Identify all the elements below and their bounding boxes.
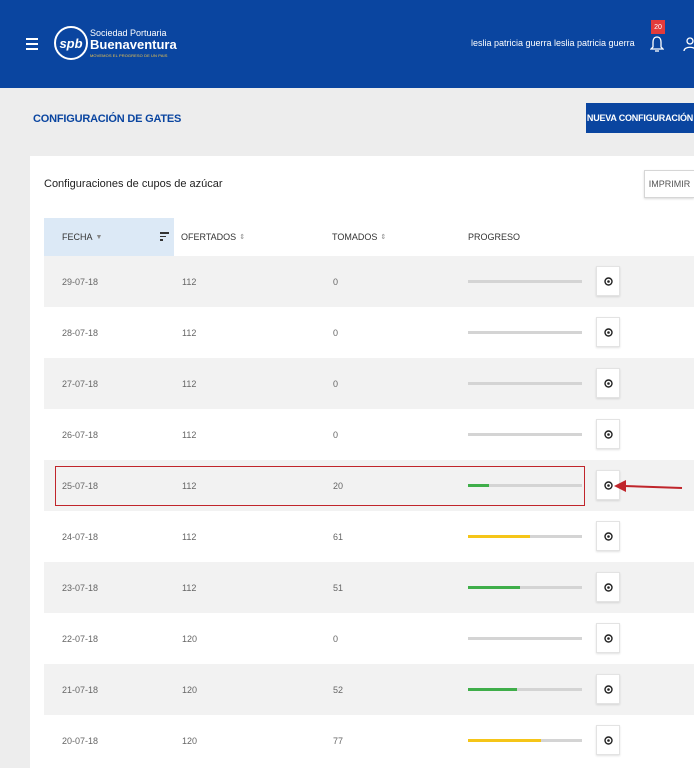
logo[interactable]: spb Sociedad Portuaria Buenaventura MOVE… bbox=[54, 26, 214, 66]
table-row[interactable]: 23-07-18 112 51 bbox=[44, 562, 694, 613]
view-icon bbox=[603, 378, 613, 388]
cell-fecha: 27-07-18 bbox=[62, 378, 99, 389]
table-body: 29-07-18 112 0 28-07-18 112 0 27-07-18 1… bbox=[44, 256, 694, 766]
cell-fecha: 28-07-18 bbox=[62, 327, 99, 338]
highlight-box bbox=[55, 466, 585, 506]
cell-fecha: 29-07-18 bbox=[62, 276, 99, 287]
user-name[interactable]: leslia patricia guerra leslia patricia g… bbox=[471, 38, 635, 48]
cell-ofertados: 112 bbox=[182, 582, 197, 593]
progress-bar bbox=[468, 688, 582, 691]
cell-ofertados: 112 bbox=[182, 531, 197, 542]
print-button[interactable]: IMPRIMIR bbox=[644, 170, 694, 198]
view-button[interactable] bbox=[596, 674, 620, 704]
view-button[interactable] bbox=[596, 725, 620, 755]
progress-fill bbox=[468, 535, 530, 538]
notification-badge: 20 bbox=[651, 20, 665, 34]
user-icon[interactable] bbox=[682, 36, 694, 52]
column-header-progreso: PROGRESO bbox=[468, 218, 520, 256]
progress-fill bbox=[468, 739, 541, 742]
cell-tomados: 0 bbox=[333, 327, 339, 338]
cell-tomados: 0 bbox=[333, 633, 339, 644]
column-label-tomados: TOMADOS bbox=[332, 232, 378, 242]
arrow-icon bbox=[614, 480, 683, 492]
cell-fecha: 22-07-18 bbox=[62, 633, 99, 644]
progress-bar bbox=[468, 739, 582, 742]
column-label-fecha: FECHA bbox=[62, 232, 93, 242]
column-label-progreso: PROGRESO bbox=[468, 232, 521, 242]
column-header-fecha[interactable]: FECHA ▼ bbox=[44, 218, 174, 256]
table-row[interactable]: 20-07-18 120 77 bbox=[44, 715, 694, 766]
logo-line2: Buenaventura bbox=[90, 37, 177, 52]
view-icon bbox=[603, 531, 613, 541]
page-title: CONFIGURACIÓN DE GATES bbox=[33, 113, 182, 125]
progress-bar bbox=[468, 280, 582, 283]
view-icon bbox=[603, 327, 613, 337]
cell-tomados: 61 bbox=[333, 531, 344, 542]
cell-tomados: 52 bbox=[333, 684, 344, 695]
column-header-ofertados[interactable]: OFERTADOS ⇕ bbox=[181, 218, 245, 256]
view-button[interactable] bbox=[596, 623, 620, 653]
column-label-ofertados: OFERTADOS bbox=[181, 232, 237, 242]
view-icon bbox=[603, 582, 613, 592]
table-header: FECHA ▼ OFERTADOS ⇕ TOMADOS ⇕ PROGRESO bbox=[44, 218, 694, 256]
view-icon bbox=[603, 276, 613, 286]
cell-tomados: 51 bbox=[333, 582, 344, 593]
progress-bar bbox=[468, 637, 582, 640]
cell-ofertados: 120 bbox=[182, 735, 198, 746]
view-button[interactable] bbox=[596, 368, 620, 398]
view-button[interactable] bbox=[596, 572, 620, 602]
view-icon bbox=[603, 633, 613, 643]
cell-fecha: 24-07-18 bbox=[62, 531, 99, 542]
table-row[interactable]: 26-07-18 112 0 bbox=[44, 409, 694, 460]
logo-line3: MOVEMOS EL PROGRESO DE UN PAIS bbox=[90, 53, 168, 58]
cell-ofertados: 120 bbox=[182, 684, 198, 695]
cell-fecha: 20-07-18 bbox=[62, 735, 99, 746]
cell-fecha: 26-07-18 bbox=[62, 429, 99, 440]
cell-tomados: 0 bbox=[333, 276, 339, 287]
card-title: Configuraciones de cupos de azúcar bbox=[44, 178, 223, 190]
view-button[interactable] bbox=[596, 521, 620, 551]
progress-bar bbox=[468, 535, 582, 538]
progress-fill bbox=[468, 688, 518, 691]
progress-bar bbox=[468, 433, 582, 436]
table-row[interactable]: 27-07-18 112 0 bbox=[44, 358, 694, 409]
cell-tomados: 0 bbox=[333, 378, 339, 389]
progress-fill bbox=[468, 586, 521, 589]
cell-fecha: 23-07-18 bbox=[62, 582, 99, 593]
cell-tomados: 0 bbox=[333, 429, 339, 440]
new-configuration-button[interactable]: NUEVA CONFIGURACIÓN bbox=[586, 103, 694, 133]
cell-ofertados: 112 bbox=[182, 276, 197, 287]
progress-bar bbox=[468, 586, 582, 589]
table-row[interactable]: 21-07-18 120 52 bbox=[44, 664, 694, 715]
progress-bar bbox=[468, 331, 582, 334]
sort-desc-icon: ▼ bbox=[95, 233, 103, 241]
sort-icon: ⇕ bbox=[239, 234, 246, 241]
cell-fecha: 21-07-18 bbox=[62, 684, 99, 695]
view-button[interactable] bbox=[596, 317, 620, 347]
cell-ofertados: 112 bbox=[182, 327, 197, 338]
view-icon bbox=[603, 735, 613, 745]
filter-icon[interactable] bbox=[160, 232, 169, 241]
cell-ofertados: 112 bbox=[182, 429, 197, 440]
top-bar: spb Sociedad Portuaria Buenaventura MOVE… bbox=[0, 0, 694, 88]
view-button[interactable] bbox=[596, 419, 620, 449]
view-icon bbox=[603, 684, 613, 694]
table-row[interactable]: 22-07-18 120 0 bbox=[44, 613, 694, 664]
logo-mark: spb bbox=[54, 26, 88, 60]
view-button[interactable] bbox=[596, 266, 620, 296]
progress-bar bbox=[468, 382, 582, 385]
view-icon bbox=[603, 480, 613, 490]
cell-ofertados: 120 bbox=[182, 633, 198, 644]
cell-tomados: 77 bbox=[333, 735, 344, 746]
view-icon bbox=[603, 429, 613, 439]
column-header-tomados[interactable]: TOMADOS ⇕ bbox=[332, 218, 386, 256]
table-row[interactable]: 24-07-18 112 61 bbox=[44, 511, 694, 562]
cell-ofertados: 112 bbox=[182, 378, 197, 389]
sort-icon: ⇕ bbox=[380, 234, 387, 241]
bell-icon[interactable] bbox=[650, 36, 664, 52]
menu-icon[interactable] bbox=[26, 38, 38, 50]
table-row[interactable]: 29-07-18 112 0 bbox=[44, 256, 694, 307]
table-row[interactable]: 28-07-18 112 0 bbox=[44, 307, 694, 358]
